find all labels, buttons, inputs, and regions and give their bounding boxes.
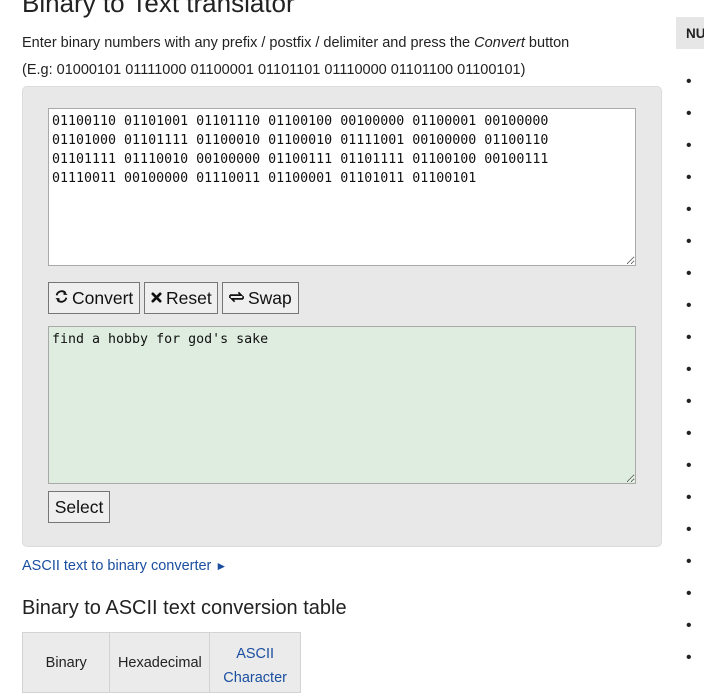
sidebar-list-item[interactable]: [686, 514, 692, 546]
sidebar-list-item[interactable]: [686, 610, 692, 642]
column-header-ascii[interactable]: ASCII Character: [209, 632, 301, 693]
instruction-suffix: button: [524, 35, 570, 51]
sidebar-list-item[interactable]: [686, 258, 692, 290]
swap-button[interactable]: Swap: [222, 282, 299, 314]
reset-label: Reset: [166, 287, 212, 308]
sidebar-list-item[interactable]: [686, 322, 692, 354]
table-heading: Binary to ASCII text conversion table: [22, 597, 347, 619]
sidebar-list: [686, 66, 692, 674]
sidebar-list-item[interactable]: [686, 546, 692, 578]
swap-icon: [229, 291, 244, 306]
instruction-emphasis: Convert: [474, 35, 525, 51]
convert-button[interactable]: Convert: [48, 282, 140, 314]
sidebar-list-item[interactable]: [686, 642, 692, 674]
triangle-right-icon: ►: [215, 559, 228, 573]
ascii-to-binary-link-label: ASCII text to binary converter: [22, 558, 212, 574]
sidebar-list-item[interactable]: [686, 290, 692, 322]
refresh-icon: [55, 290, 68, 306]
instructions: Enter binary numbers with any prefix / p…: [22, 35, 569, 51]
sidebar-list-item[interactable]: [686, 450, 692, 482]
sidebar-list-item[interactable]: [686, 66, 692, 98]
ascii-to-binary-link[interactable]: ASCII text to binary converter ►: [22, 558, 227, 574]
sidebar-header: NU: [676, 17, 704, 49]
column-header-binary: Binary: [21, 632, 111, 693]
sidebar-list-item[interactable]: [686, 386, 692, 418]
sidebar-list-item[interactable]: [686, 194, 692, 226]
reset-button[interactable]: Reset: [144, 282, 218, 314]
sidebar-list-item[interactable]: [686, 354, 692, 386]
sidebar-list-item[interactable]: [686, 162, 692, 194]
swap-label: Swap: [248, 287, 292, 308]
sidebar-list-item[interactable]: [686, 98, 692, 130]
sidebar-list-item[interactable]: [686, 226, 692, 258]
column-header-hexadecimal: Hexadecimal: [109, 632, 211, 693]
example-text: (E.g: 01000101 01111000 01100001 0110110…: [22, 62, 526, 78]
conversion-table: Binary Hexadecimal ASCII Character: [21, 632, 301, 693]
close-icon: [151, 291, 162, 306]
sidebar-list-item[interactable]: [686, 418, 692, 450]
instruction-prefix: Enter binary numbers with any prefix / p…: [22, 35, 475, 51]
convert-label: Convert: [72, 287, 134, 308]
sidebar-list-item[interactable]: [686, 482, 692, 514]
page-title: Binary to Text translator: [22, 0, 295, 18]
sidebar-list-item[interactable]: [686, 130, 692, 162]
select-button[interactable]: Select: [48, 491, 110, 523]
text-output[interactable]: [48, 326, 636, 484]
binary-input[interactable]: [48, 108, 636, 266]
sidebar-list-item[interactable]: [686, 578, 692, 610]
